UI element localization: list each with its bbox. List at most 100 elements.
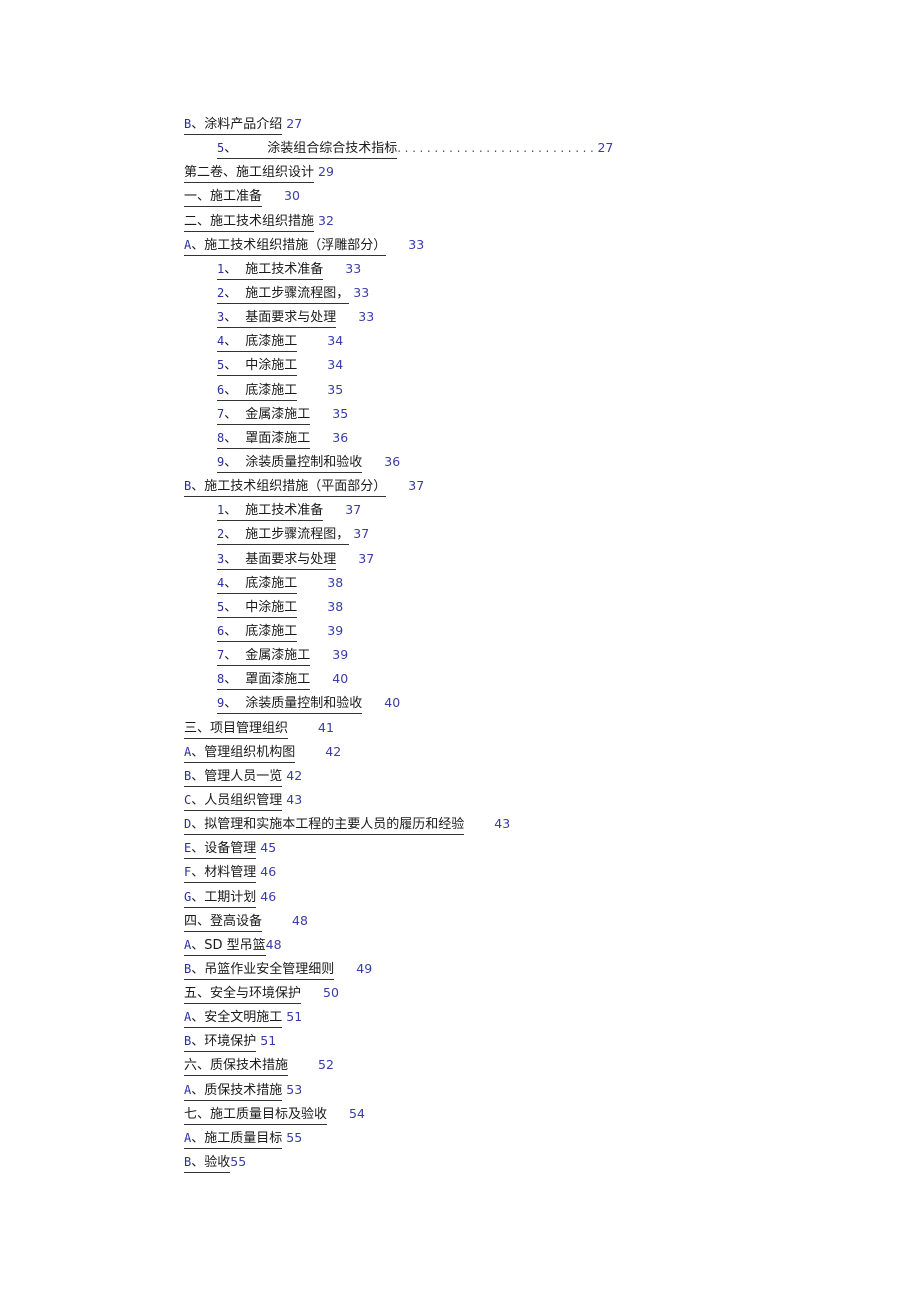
toc-page-number[interactable]: 52 <box>318 1057 334 1072</box>
toc-page-number[interactable]: 49 <box>356 961 372 976</box>
toc-page-number[interactable]: 53 <box>286 1082 302 1097</box>
toc-line: A、SD 型吊篮48 <box>184 934 784 958</box>
toc-page-number[interactable]: 39 <box>332 647 348 662</box>
toc-entry-link[interactable]: B、环境保护 <box>184 1032 257 1053</box>
toc-line: 8、 罩面漆施工 36 <box>184 427 784 451</box>
toc-entry-link[interactable]: 六、质保技术措施 <box>184 1056 289 1077</box>
toc-line: A、施工质量目标 55 <box>184 1127 784 1151</box>
toc-page-number[interactable]: 50 <box>323 985 339 1000</box>
toc-entry-link[interactable]: 9、 涂装质量控制和验收 <box>217 694 363 715</box>
toc-page-number[interactable]: 43 <box>494 816 510 831</box>
toc-page-number[interactable]: 54 <box>349 1106 365 1121</box>
toc-page-number[interactable]: 55 <box>286 1130 302 1145</box>
toc-page-number[interactable]: 33 <box>358 309 374 324</box>
toc-entry-link[interactable]: A、质保技术措施 <box>184 1081 283 1101</box>
toc-page-number[interactable]: 33 <box>408 237 424 252</box>
toc-page-number[interactable]: 34 <box>327 357 343 372</box>
toc-entry-link[interactable]: 1、 施工技术准备 <box>217 501 324 522</box>
toc-entry-link[interactable]: 7、 金属漆施工 <box>217 646 311 667</box>
toc-page-number[interactable]: 29 <box>318 164 334 179</box>
toc-page-number[interactable]: 48 <box>266 937 282 952</box>
toc-page-number[interactable]: 35 <box>332 406 348 421</box>
toc-page-number[interactable]: 42 <box>286 768 302 783</box>
toc-page-number[interactable]: 36 <box>384 454 400 469</box>
toc-page-number[interactable]: 34 <box>327 333 343 348</box>
toc-page-number[interactable]: 32 <box>318 213 334 228</box>
toc-entry-title: 验收 <box>204 1155 231 1171</box>
toc-entry-link[interactable]: G、工期计划 <box>184 888 257 908</box>
toc-line: G、工期计划 46 <box>184 886 784 910</box>
toc-entry-link[interactable]: A、施工技术组织措施（浮雕部分） <box>184 236 387 256</box>
toc-entry-title: 质保技术措施 <box>204 1082 283 1098</box>
toc-entry-link[interactable]: 8、 罩面漆施工 <box>217 429 311 449</box>
toc-page-number[interactable]: 33 <box>345 261 361 276</box>
toc-entry-link[interactable]: B、涂料产品介绍 <box>184 115 283 135</box>
toc-line: B、环境保护 51 <box>184 1030 784 1054</box>
toc-page-number[interactable]: 33 <box>353 285 369 300</box>
toc-line: 3、 基面要求与处理 37 <box>184 548 784 572</box>
toc-entry-link[interactable]: D、拟管理和实施本工程的主要人员的履历和经验 <box>184 815 465 836</box>
toc-entry-link[interactable]: 2、 施工步骤流程图， <box>217 284 350 304</box>
toc-entry-link[interactable]: 9、 涂装质量控制和验收 <box>217 453 363 473</box>
toc-entry-link[interactable]: 6、 底漆施工 <box>217 381 298 401</box>
toc-entry-link[interactable]: E、设备管理 <box>184 839 257 860</box>
toc-entry-link[interactable]: C、人员组织管理 <box>184 791 283 811</box>
toc-page-number[interactable]: 48 <box>292 913 308 928</box>
toc-entry-link[interactable]: B、施工技术组织措施（平面部分） <box>184 477 387 498</box>
toc-entry-link[interactable]: 7、 金属漆施工 <box>217 405 311 425</box>
toc-entry-link[interactable]: 5、 中涂施工 <box>217 356 298 377</box>
toc-entry-link[interactable]: F、材料管理 <box>184 863 257 884</box>
toc-page-number[interactable]: 42 <box>325 744 341 759</box>
toc-page-number[interactable]: 30 <box>284 188 300 203</box>
toc-entry-link[interactable]: 4、 底漆施工 <box>217 332 298 353</box>
toc-page-number[interactable]: 35 <box>327 382 343 397</box>
toc-entry-link[interactable]: A、施工质量目标 <box>184 1129 283 1149</box>
toc-page-number[interactable]: 37 <box>358 551 374 566</box>
toc-entry-title: 涂装质量控制和验收 <box>245 454 363 470</box>
toc-entry-link[interactable]: 5、 中涂施工 <box>217 598 298 618</box>
toc-entry-link[interactable]: 五、安全与环境保护 <box>184 984 302 1005</box>
toc-entry-link[interactable]: 三、项目管理组织 <box>184 719 289 739</box>
toc-entry-link[interactable]: B、吊篮作业安全管理细则 <box>184 960 335 980</box>
toc-entry-link[interactable]: 4、 底漆施工 <box>217 574 298 594</box>
toc-entry-link[interactable]: 七、施工质量目标及验收 <box>184 1105 328 1125</box>
toc-entry-separator: 、 <box>224 430 238 446</box>
toc-entry-link[interactable]: B、管理人员一览 <box>184 767 283 787</box>
toc-page-number[interactable]: 46 <box>260 889 276 904</box>
toc-page-number[interactable]: 39 <box>327 623 343 638</box>
toc-entry-link[interactable]: 6、 底漆施工 <box>217 622 298 642</box>
toc-page-number[interactable]: 51 <box>260 1033 276 1048</box>
toc-entry-link[interactable]: A、安全文明施工 <box>184 1008 283 1029</box>
toc-page-number[interactable]: 27 <box>286 116 302 131</box>
toc-page-number[interactable]: 43 <box>286 792 302 807</box>
toc-page-number[interactable]: 51 <box>286 1009 302 1024</box>
toc-page-number[interactable]: 40 <box>332 671 348 686</box>
toc-entry-link[interactable]: 8、 罩面漆施工 <box>217 670 311 691</box>
toc-entry-title: 拟管理和实施本工程的主要人员的履历和经验 <box>204 817 465 833</box>
toc-entry-link[interactable]: A、SD 型吊篮 <box>184 936 266 956</box>
toc-page-number[interactable]: 38 <box>327 575 343 590</box>
toc-entry-title: 底漆施工 <box>245 382 298 398</box>
toc-entry-link[interactable]: 四、登高设备 <box>184 912 263 932</box>
toc-entry-link[interactable]: 一、施工准备 <box>184 187 263 208</box>
toc-page-number[interactable]: 37 <box>345 502 361 517</box>
toc-page-number[interactable]: 55 <box>230 1154 246 1169</box>
toc-page-number[interactable]: 37 <box>353 526 369 541</box>
toc-entry-link[interactable]: 3、 基面要求与处理 <box>217 550 337 570</box>
toc-page-number[interactable]: 40 <box>384 695 400 710</box>
toc-page-number[interactable]: 36 <box>332 430 348 445</box>
toc-entry-link[interactable]: 3、 基面要求与处理 <box>217 308 337 329</box>
toc-page-number[interactable]: 27 <box>597 140 613 155</box>
toc-entry-link[interactable]: 1、 施工技术准备 <box>217 260 324 280</box>
toc-entry-link[interactable]: 5、 涂装组合综合技术指标 <box>217 139 398 160</box>
toc-page-number[interactable]: 45 <box>260 840 276 855</box>
toc-page-number[interactable]: 37 <box>408 478 424 493</box>
toc-entry-link[interactable]: A、管理组织机构图 <box>184 743 296 763</box>
toc-entry-link[interactable]: 二、施工技术组织措施 <box>184 212 315 232</box>
toc-page-number[interactable]: 46 <box>260 864 276 879</box>
toc-page-number[interactable]: 41 <box>318 720 334 735</box>
toc-page-number[interactable]: 38 <box>327 599 343 614</box>
toc-entry-link[interactable]: B、验收 <box>184 1153 231 1174</box>
toc-entry-link[interactable]: 第二卷、施工组织设计 <box>184 163 315 184</box>
toc-entry-link[interactable]: 2、 施工步骤流程图， <box>217 525 350 546</box>
